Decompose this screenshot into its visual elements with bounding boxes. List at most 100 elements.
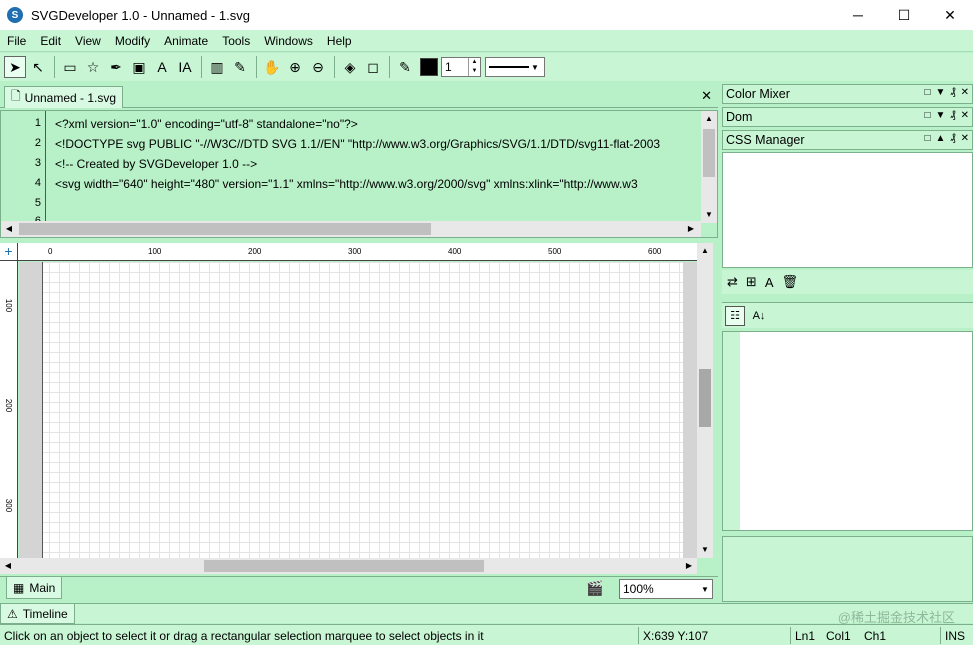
panel-pin-icon[interactable]: ₰: [950, 87, 955, 98]
css-manager-body[interactable]: [722, 152, 973, 268]
panel-float-icon[interactable]: □: [924, 110, 930, 121]
direct-select-icon[interactable]: ↖: [27, 56, 49, 78]
new-rule-icon[interactable]: ⊞: [746, 274, 757, 290]
status-line: Ln1: [790, 627, 822, 644]
close-document-icon[interactable]: ✕: [701, 88, 712, 104]
rectangle-tool-icon[interactable]: ▭: [59, 56, 81, 78]
tab-timeline[interactable]: ⚠ Timeline: [0, 604, 75, 624]
hand-tool-icon[interactable]: ✋: [261, 56, 283, 78]
code-content[interactable]: <?xml version="1.0" encoding="utf-8" sta…: [55, 111, 700, 223]
toolbar-divider: [256, 56, 257, 78]
line-number-gutter: 1 2 3 4 5 6: [1, 111, 45, 227]
panel-pin-icon[interactable]: ₰: [950, 110, 955, 121]
categorized-view-icon[interactable]: ☷: [725, 305, 745, 326]
stepper-arrows-icon[interactable]: ▲ ▼: [468, 58, 480, 76]
dom-panel-header[interactable]: Dom □ ▼ ₰ ✕: [722, 107, 973, 127]
drawing-canvas[interactable]: [19, 262, 685, 558]
delete-icon[interactable]: 🗑: [781, 274, 798, 290]
image-tool-icon[interactable]: ▣: [128, 56, 150, 78]
fill-tool-icon[interactable]: ◈: [339, 56, 361, 78]
stroke-color-swatch[interactable]: [420, 58, 438, 76]
canvas-horizontal-scrollbar[interactable]: ◀ ▶: [0, 558, 697, 574]
scroll-up-icon[interactable]: ▲: [701, 111, 717, 127]
fill-color-icon[interactable]: ◻: [362, 56, 384, 78]
menu-windows[interactable]: Windows: [257, 34, 320, 48]
scroll-down-icon[interactable]: ▼: [697, 542, 713, 558]
line-style-select[interactable]: ▼: [485, 57, 545, 77]
panel-pin-icon[interactable]: ₰: [950, 133, 955, 144]
document-icon: 🗋: [11, 89, 21, 103]
toolbar-divider: [201, 56, 202, 78]
document-tab-label: Unnamed - 1.svg: [24, 90, 117, 105]
zoom-in-icon[interactable]: ⊕: [284, 56, 306, 78]
scene-options-icon[interactable]: 🎬: [586, 580, 603, 597]
code-vertical-scrollbar[interactable]: ▲ ▼: [701, 111, 717, 223]
scroll-up-icon[interactable]: ▲: [697, 243, 713, 259]
properties-grid[interactable]: [722, 331, 973, 531]
stroke-pencil-icon[interactable]: ✎: [394, 56, 416, 78]
color-mixer-panel-header[interactable]: Color Mixer □ ▼ ₰ ✕: [722, 84, 973, 104]
text-tool-icon[interactable]: A: [151, 56, 173, 78]
design-view: + 0 100 200 300 400 500 600 100 200 300 …: [0, 243, 718, 576]
panel-title: CSS Manager: [726, 133, 805, 147]
ruler-tick-label: 300: [4, 498, 14, 513]
sort-alphabetical-icon[interactable]: A↓: [749, 306, 769, 326]
menu-help[interactable]: Help: [320, 34, 359, 48]
toolbar-divider: [389, 56, 390, 78]
star-tool-icon[interactable]: ☆: [82, 56, 104, 78]
scroll-thumb[interactable]: [699, 369, 711, 427]
chevron-down-icon: ▼: [701, 584, 709, 594]
status-col: Col1: [826, 628, 851, 643]
canvas-vertical-scrollbar[interactable]: ▲ ▼: [697, 243, 713, 558]
panel-float-icon[interactable]: □: [924, 87, 930, 98]
stroke-width-value: 1: [445, 60, 452, 74]
eyedropper-icon[interactable]: ✎: [229, 56, 251, 78]
panel-expand-icon[interactable]: ▲: [935, 133, 945, 144]
menu-animate[interactable]: Animate: [157, 34, 215, 48]
vertical-ruler: 100 200 300: [0, 261, 18, 558]
text-path-tool-icon[interactable]: IA: [174, 56, 196, 78]
maximize-button[interactable]: ☐: [881, 0, 927, 30]
app-icon: S: [7, 7, 23, 23]
edit-style-icon[interactable]: A: [765, 275, 774, 290]
attach-stylesheet-icon[interactable]: ⇄: [727, 274, 738, 290]
zoom-out-icon[interactable]: ⊖: [307, 56, 329, 78]
line-number: 2: [34, 137, 41, 149]
menu-tools[interactable]: Tools: [215, 34, 257, 48]
menu-file[interactable]: File: [0, 34, 33, 48]
scroll-right-icon[interactable]: ▶: [683, 221, 699, 237]
scroll-thumb[interactable]: [204, 560, 484, 572]
panel-close-icon[interactable]: ✕: [961, 133, 969, 144]
scroll-right-icon[interactable]: ▶: [681, 558, 697, 574]
stroke-width-stepper[interactable]: 1 ▲ ▼: [441, 57, 481, 77]
scroll-down-icon[interactable]: ▼: [701, 207, 717, 223]
close-button[interactable]: ✕: [927, 0, 973, 30]
panel-close-icon[interactable]: ✕: [961, 87, 969, 98]
panel-close-icon[interactable]: ✕: [961, 110, 969, 121]
scroll-thumb[interactable]: [703, 129, 715, 177]
menu-modify[interactable]: Modify: [108, 34, 157, 48]
ruler-origin-icon[interactable]: +: [0, 243, 18, 261]
select-arrow-icon[interactable]: ➤: [4, 56, 26, 78]
panel-float-icon[interactable]: □: [924, 133, 930, 144]
menu-view[interactable]: View: [68, 34, 108, 48]
panel-collapse-icon[interactable]: ▼: [935, 110, 945, 121]
gradient-tool-icon[interactable]: ▥: [206, 56, 228, 78]
zoom-select[interactable]: 100% ▼: [619, 579, 713, 599]
scroll-left-icon[interactable]: ◀: [0, 558, 16, 574]
panel-collapse-icon[interactable]: ▼: [935, 87, 945, 98]
document-tab[interactable]: 🗋 Unnamed - 1.svg: [4, 86, 124, 108]
code-editor[interactable]: 1 2 3 4 5 6 <?xml version="1.0" encoding…: [0, 110, 718, 238]
status-message: Click on an object to select it or drag …: [4, 628, 484, 643]
code-line: <!-- Created by SVGDeveloper 1.0 -->: [55, 157, 258, 171]
scroll-thumb[interactable]: [19, 223, 431, 235]
code-horizontal-scrollbar[interactable]: ◀ ▶: [1, 221, 701, 237]
zoom-value: 100%: [623, 582, 654, 596]
menu-edit[interactable]: Edit: [33, 34, 68, 48]
status-mode: INS: [940, 627, 973, 644]
tab-main[interactable]: ▦ Main: [6, 577, 63, 599]
pen-tool-icon[interactable]: ✒: [105, 56, 127, 78]
css-manager-panel-header[interactable]: CSS Manager □ ▲ ₰ ✕: [722, 130, 973, 150]
minimize-button[interactable]: ─: [835, 0, 881, 30]
scroll-left-icon[interactable]: ◀: [1, 221, 17, 237]
